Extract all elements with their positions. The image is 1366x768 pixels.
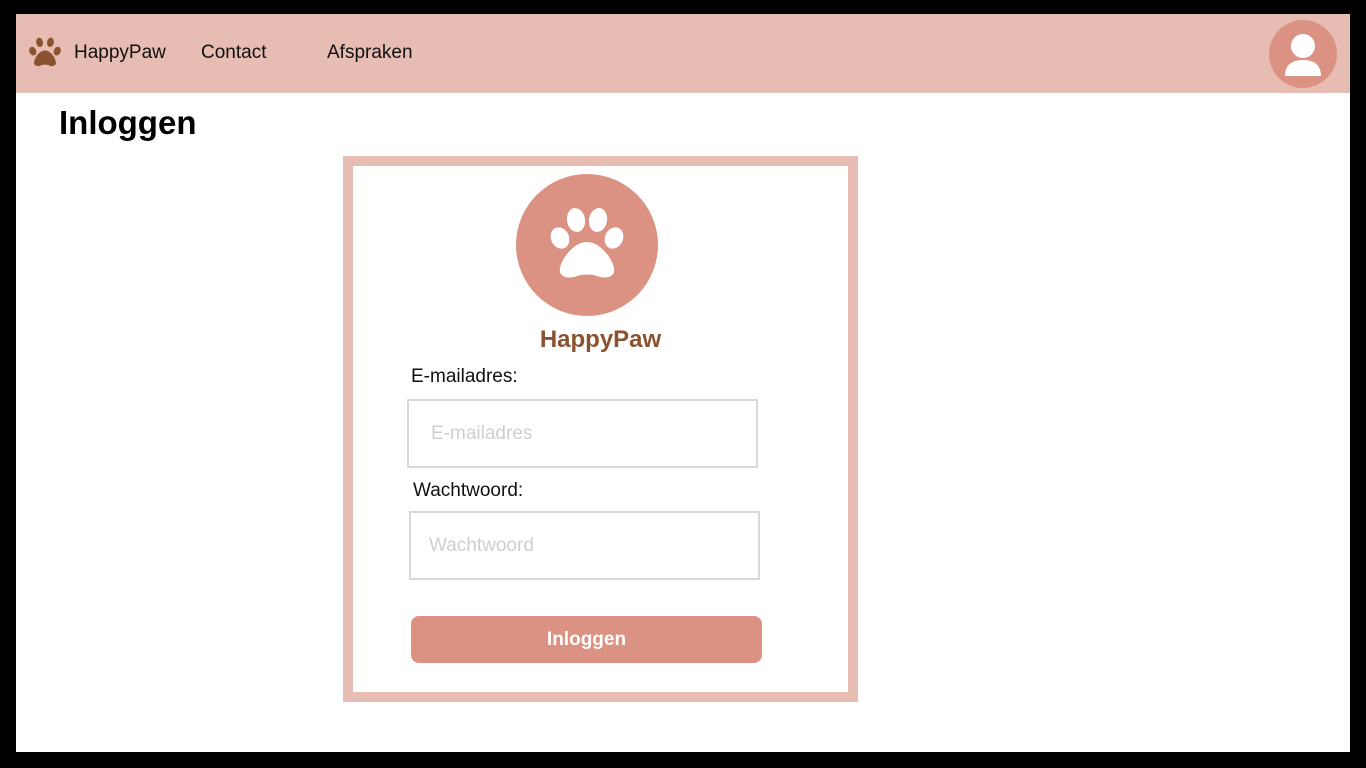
- login-button[interactable]: Inloggen: [411, 616, 762, 663]
- user-icon: [1285, 34, 1321, 76]
- login-card: HappyPaw E-mailadres: Wachtwoord: Inlogg…: [343, 156, 858, 702]
- page-frame: HappyPaw Contact Afspraken Inloggen Happ…: [16, 14, 1350, 752]
- page-title: Inloggen: [59, 104, 197, 141]
- password-field[interactable]: [409, 511, 760, 580]
- card-brand-name: HappyPaw: [539, 326, 662, 353]
- paw-icon: [550, 208, 624, 278]
- nav-link-contact[interactable]: Contact: [201, 42, 266, 64]
- top-navbar: HappyPaw Contact Afspraken: [16, 14, 1350, 93]
- paw-icon[interactable]: [28, 36, 62, 67]
- user-avatar-button[interactable]: [1269, 20, 1337, 88]
- brand-logo: [516, 174, 658, 316]
- password-label: Wachtwoord:: [413, 480, 524, 501]
- email-label: E-mailadres:: [411, 366, 518, 387]
- nav-link-afspraken[interactable]: Afspraken: [327, 42, 413, 64]
- nav-brand-link[interactable]: HappyPaw: [74, 42, 166, 64]
- email-field[interactable]: [407, 399, 758, 468]
